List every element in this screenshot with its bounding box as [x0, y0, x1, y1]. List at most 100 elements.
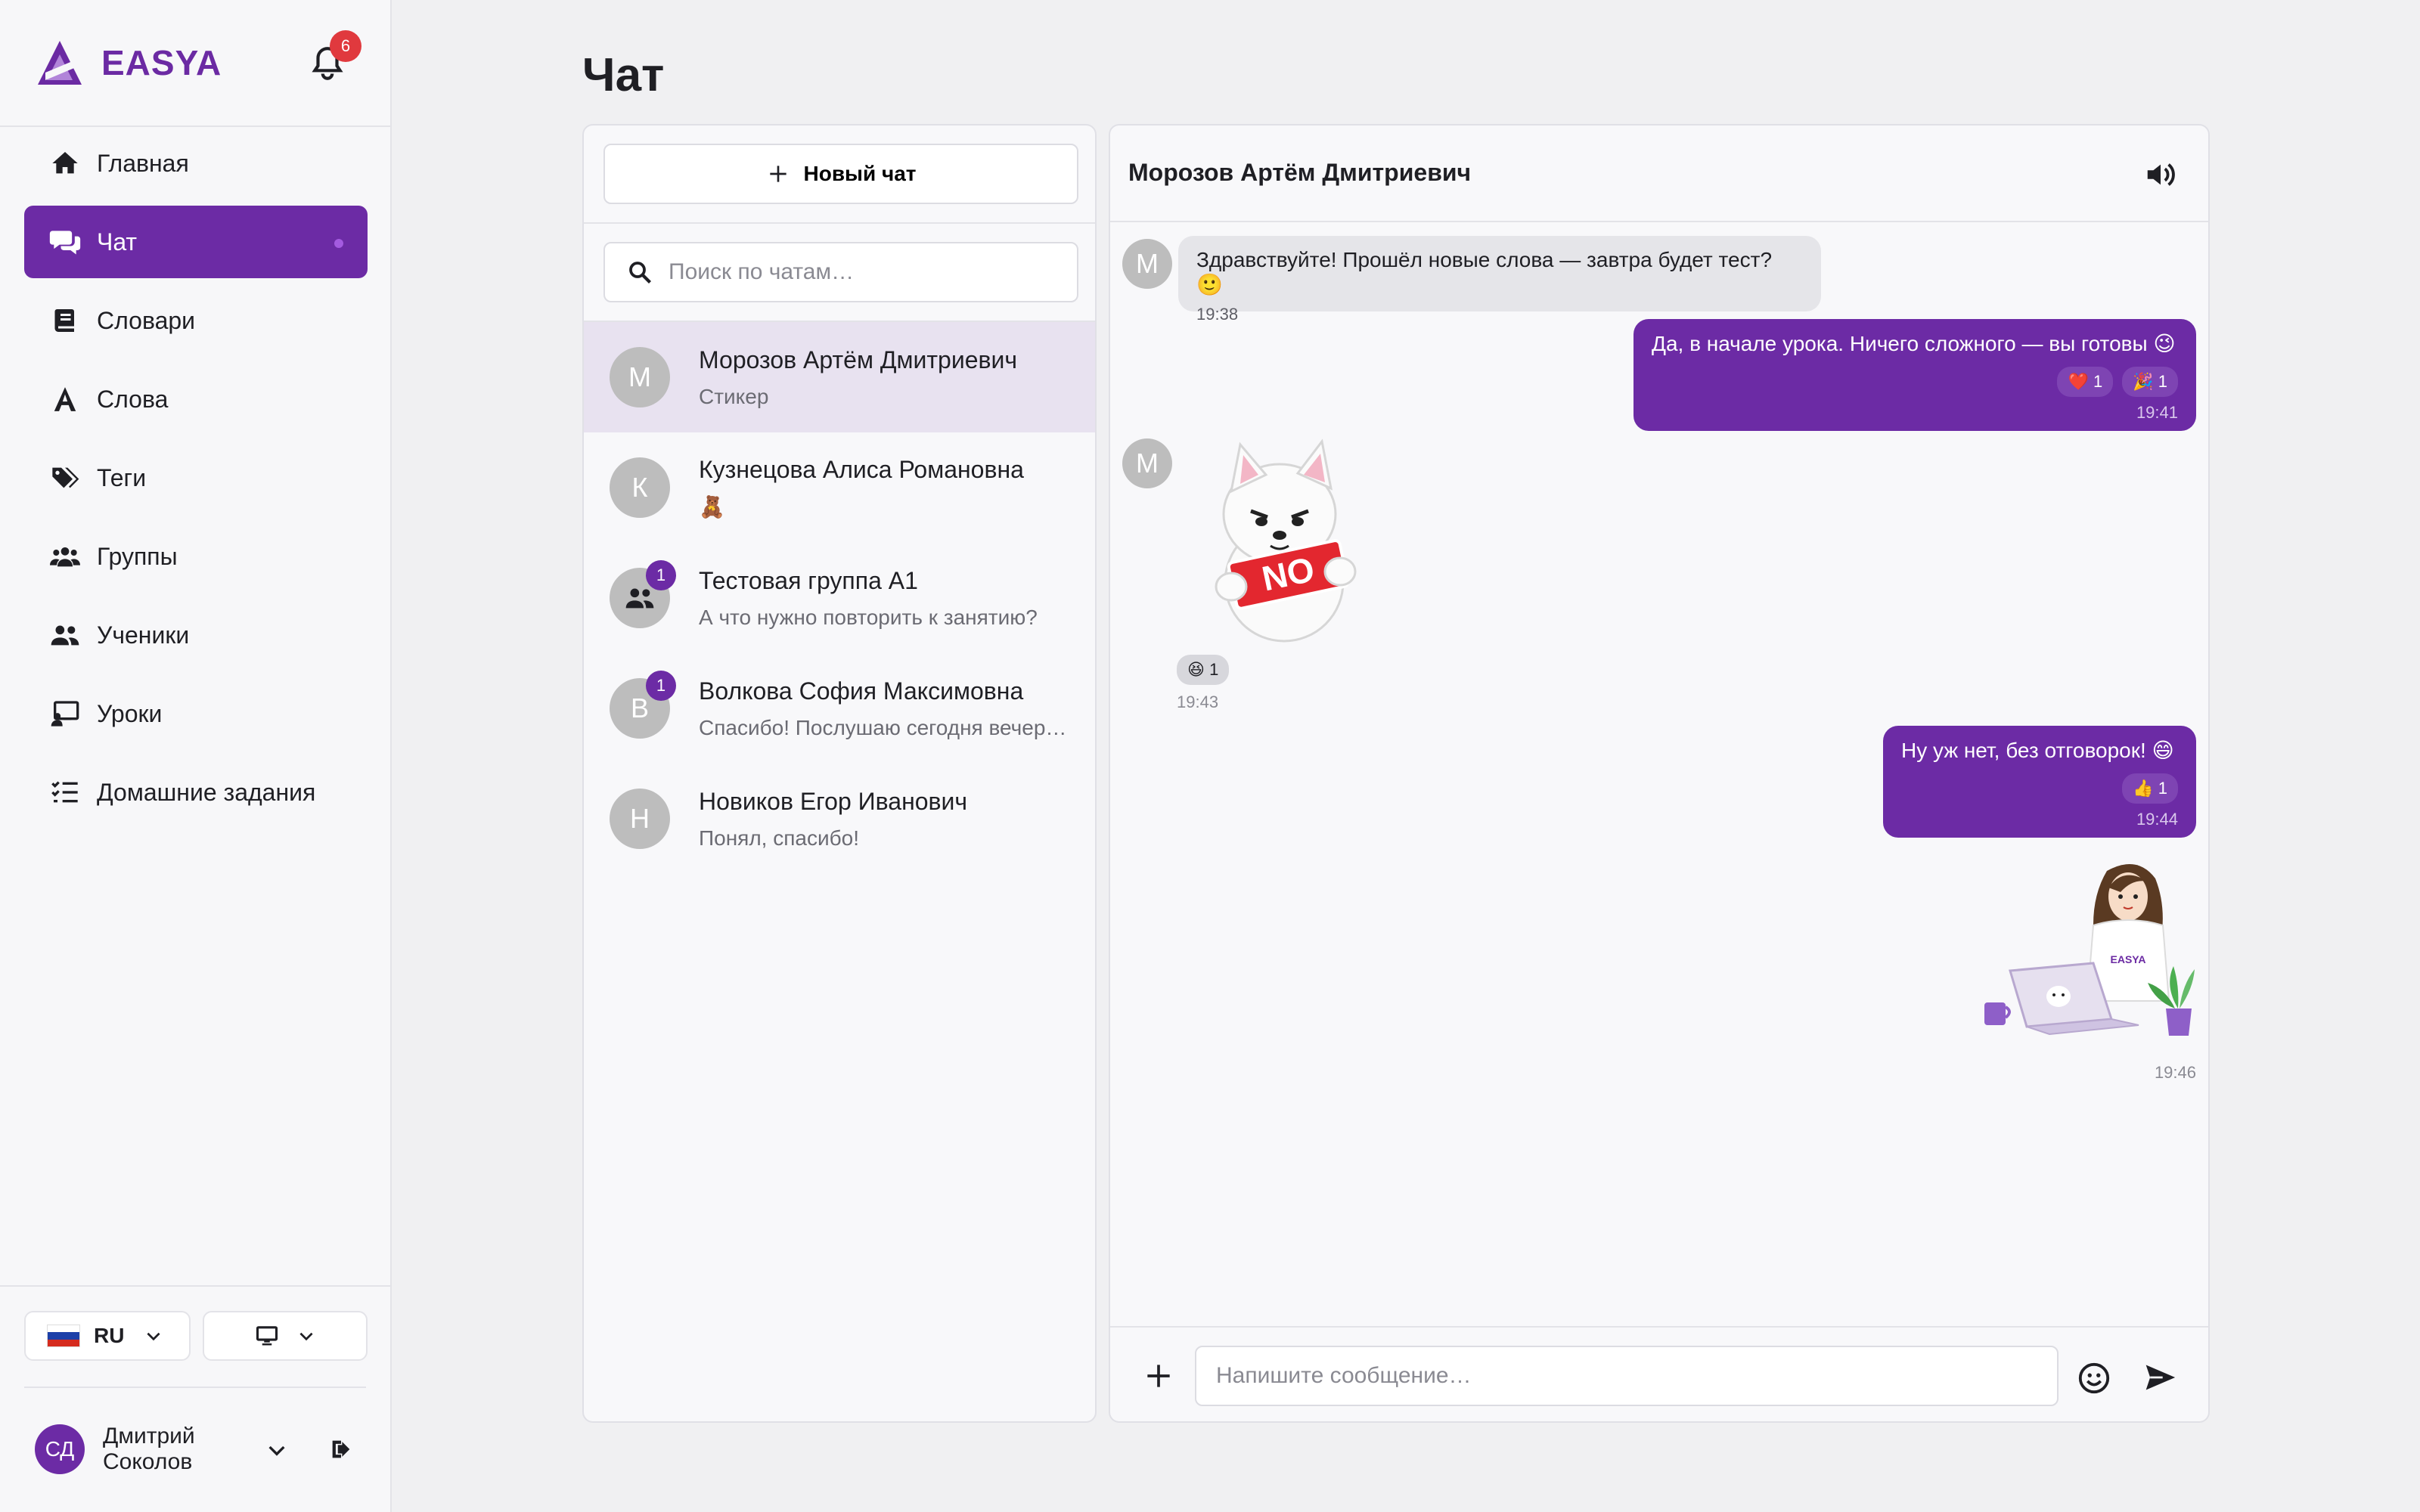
- reactions: ❤️ 1 🎉 1: [1652, 367, 2178, 397]
- chat-search[interactable]: [603, 242, 1078, 302]
- attach-plus-icon[interactable]: [1142, 1359, 1175, 1393]
- conversation-item[interactable]: Н Новиков Егор Иванович Понял, спасибо!: [584, 764, 1095, 874]
- volume-icon[interactable]: [2143, 157, 2178, 192]
- user-avatar: СД: [35, 1424, 85, 1474]
- conversation-item[interactable]: 1 Тестовая группа А1 А что нужно повтори…: [584, 543, 1095, 653]
- plus-icon: [769, 166, 786, 182]
- message-text: Да, в начале урока. Ничего сложного — вы…: [1652, 332, 2176, 355]
- teacher-laptop-sticker: EASYA: [1984, 864, 2195, 1036]
- sidebar: EASYA 6 Главная Чат Словари Слова Теги Г…: [0, 0, 392, 1512]
- new-chat-button[interactable]: Новый чат: [603, 144, 1078, 204]
- reaction-chip[interactable]: 👍 1: [2122, 773, 2178, 804]
- conversation-preview: Стикер: [699, 384, 769, 408]
- send-icon[interactable]: [2142, 1361, 2178, 1394]
- nav-label: Чат: [97, 228, 138, 256]
- nav-item-tags[interactable]: Теги: [24, 442, 368, 514]
- sticker-text: EASYA: [2111, 953, 2146, 965]
- home-icon: [48, 147, 82, 180]
- conversation-name: Тестовая группа А1: [699, 566, 918, 594]
- list-divider: [584, 222, 1095, 224]
- active-dot: [334, 239, 343, 248]
- conversation-avatar-letter: В: [630, 692, 649, 723]
- message-time: 19:43: [1177, 692, 1219, 711]
- display-mode-select[interactable]: [203, 1311, 368, 1361]
- conversation-name: Кузнецова Алиса Романовна: [699, 456, 1024, 483]
- emoji-icon[interactable]: [2077, 1361, 2111, 1396]
- unread-badge: 1: [646, 671, 676, 701]
- groups-icon: [48, 540, 82, 573]
- chat-window: Морозов Артём Дмитриевич М Здравствуйте!…: [1109, 124, 2210, 1423]
- language-select[interactable]: RU: [24, 1311, 191, 1361]
- nav-item-groups[interactable]: Группы: [24, 520, 368, 593]
- notification-badge: 6: [330, 30, 361, 62]
- message-bubble-outgoing: Да, в начале урока. Ничего сложного — вы…: [1634, 319, 2196, 431]
- unread-badge: 1: [646, 560, 676, 590]
- nav-item-words[interactable]: Слова: [24, 363, 368, 435]
- reaction-count: 1: [2158, 372, 2167, 391]
- user-profile[interactable]: СД Дмитрий Соколов: [35, 1421, 368, 1477]
- letter-a-icon: [48, 383, 82, 416]
- conversation-avatar: 1: [610, 560, 676, 628]
- conversation-item[interactable]: М Морозов Артём Дмитриевич Стикер: [584, 322, 1095, 432]
- reaction-emoji: 😆: [1187, 660, 1205, 679]
- nav-item-lessons[interactable]: Уроки: [24, 677, 368, 750]
- message-composer: [1110, 1326, 2208, 1421]
- chat-list-panel: Новый чат М Морозов Артём Дмитриевич Сти…: [582, 124, 1097, 1423]
- message-text: Ну уж нет, без отговорок! 😄: [1901, 739, 2174, 762]
- logout-icon[interactable]: [328, 1436, 354, 1462]
- reaction-count: 1: [2158, 779, 2167, 798]
- nav-label: Главная: [97, 149, 189, 177]
- reaction-count: 1: [2093, 372, 2103, 391]
- reaction-count: 1: [1209, 660, 1219, 679]
- conversation-item[interactable]: В 1 Волкова София Максимовна Спасибо! По…: [584, 653, 1095, 764]
- new-chat-label: Новый чат: [803, 162, 917, 185]
- conversation-preview: Спасибо! Послушаю сегодня вечер…: [699, 715, 1067, 739]
- conversation-avatar: Н: [610, 789, 670, 849]
- book-icon: [48, 304, 82, 337]
- user-name: Дмитрий Соколов: [103, 1424, 195, 1474]
- easya-logo-icon: [38, 41, 82, 85]
- russia-flag-icon: [47, 1325, 80, 1347]
- message-time: 19:41: [2136, 403, 2178, 422]
- conversation-name: Новиков Егор Иванович: [699, 787, 968, 815]
- message-time: 19:46: [2154, 1063, 2196, 1082]
- nav-label: Теги: [97, 463, 147, 491]
- chevron-down-icon: [299, 1332, 313, 1341]
- nav-label: Слова: [97, 385, 169, 413]
- brand[interactable]: EASYA: [35, 38, 222, 88]
- chevron-down-icon: [147, 1332, 160, 1341]
- reaction-emoji: 👍: [2133, 779, 2154, 798]
- nav-item-chat[interactable]: Чат: [24, 206, 368, 278]
- conversation-item[interactable]: К Кузнецова Алиса Романовна 🧸: [584, 432, 1095, 543]
- chat-search-input[interactable]: [669, 259, 1062, 285]
- message-input[interactable]: [1195, 1346, 2059, 1406]
- reaction-chip[interactable]: 😆 1: [1177, 655, 1230, 685]
- conversation-name: Волкова София Максимовна: [699, 677, 1024, 705]
- chat-icon: [48, 225, 82, 259]
- nav-label: Домашние задания: [97, 778, 316, 806]
- search-icon: [629, 262, 651, 284]
- nav-item-home[interactable]: Главная: [24, 127, 368, 200]
- nav-item-dictionaries[interactable]: Словари: [24, 284, 368, 357]
- lessons-icon: [48, 697, 82, 730]
- nav-item-students[interactable]: Ученики: [24, 599, 368, 671]
- conversation-preview: Понял, спасибо!: [699, 826, 859, 850]
- nav-label: Ученики: [97, 621, 190, 649]
- main-nav: Главная Чат Словари Слова Теги Группы Уч…: [24, 127, 368, 835]
- chevron-down-icon[interactable]: [265, 1438, 289, 1462]
- homework-icon: [48, 776, 82, 809]
- message-bubble-incoming: Здравствуйте! Прошёл новые слова — завтр…: [1178, 236, 1821, 324]
- nav-item-homework[interactable]: Домашние задания: [24, 756, 368, 829]
- reaction-chip[interactable]: ❤️ 1: [2057, 367, 2114, 397]
- conversation-name: Морозов Артём Дмитриевич: [699, 345, 1018, 373]
- language-code: RU: [94, 1324, 125, 1347]
- conversation-preview: А что нужно повторить к занятию?: [699, 605, 1038, 629]
- students-icon: [48, 618, 82, 652]
- sidebar-divider: [24, 1387, 366, 1388]
- reaction-chip[interactable]: 🎉 1: [2122, 367, 2178, 397]
- white-dog-no-sticker: NO: [1215, 438, 1357, 643]
- reaction-emoji: ❤️: [2068, 372, 2089, 391]
- reactions: 👍 1: [1901, 773, 2178, 804]
- message-bubble-outgoing: Ну уж нет, без отговорок! 😄 👍 1 19:44: [1883, 726, 2196, 838]
- brand-name: EASYA: [101, 43, 222, 82]
